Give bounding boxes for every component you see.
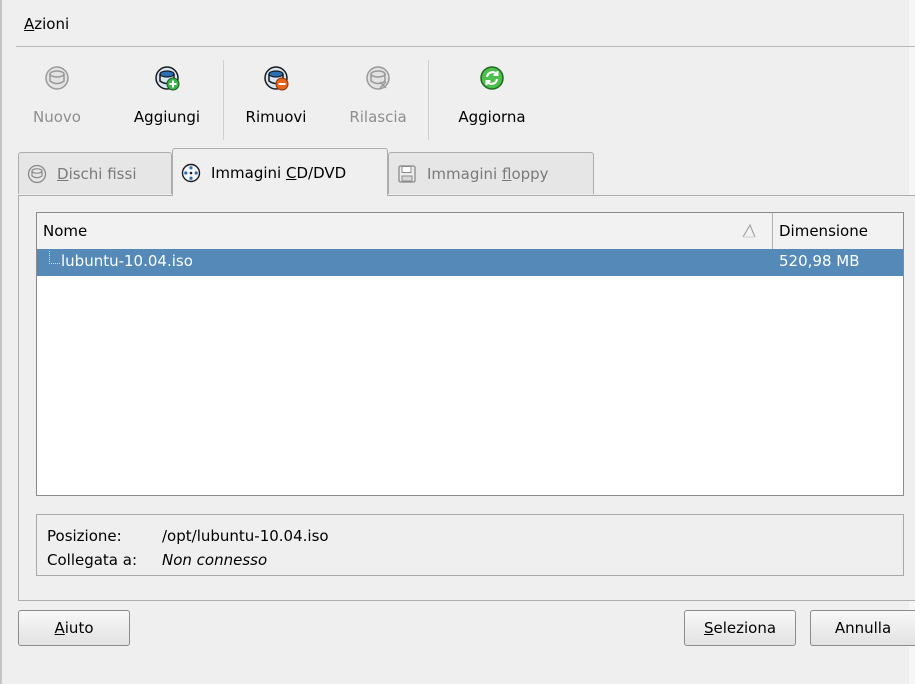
cancel-button-label: Annulla — [834, 619, 892, 637]
position-label: Posizione: — [47, 527, 122, 545]
floppy-icon — [398, 164, 416, 183]
hard-disk-icon — [27, 164, 47, 183]
toolbar-separator-1 — [223, 60, 224, 140]
select-button[interactable]: Seleziona — [684, 610, 796, 646]
select-button-label: Seleziona — [703, 619, 777, 637]
toolbar-separator-2 — [428, 60, 429, 140]
tab-floppy-images-label: Immagini floppy — [427, 164, 549, 183]
remove-button[interactable]: Rimuovi — [236, 52, 316, 148]
remove-button-label: Rimuovi — [245, 108, 307, 126]
attached-value: Non connesso — [162, 551, 268, 569]
list-header: Nome Dimensione — [37, 213, 903, 250]
cancel-button[interactable]: Annulla — [810, 610, 915, 646]
tab-cd-dvd-images-label: Immagini CD/DVD — [211, 163, 347, 182]
tab-hard-disks[interactable]: Dischi fissi — [18, 152, 172, 194]
column-header-size[interactable]: Dimensione — [773, 213, 903, 249]
sort-ascending-icon — [742, 223, 756, 238]
tab-hard-disks-label: Dischi fissi — [57, 164, 137, 183]
help-button[interactable]: Aiuto — [18, 610, 130, 646]
release-button[interactable]: Rilascia — [338, 52, 418, 148]
column-header-size-label: Dimensione — [779, 222, 868, 240]
tree-branch-line — [49, 251, 60, 264]
window-left-edge — [0, 0, 2, 684]
hard-disk-remove-icon — [264, 66, 289, 91]
hard-disk-release-icon — [366, 66, 390, 90]
image-list[interactable]: Nome Dimensione lubuntu-10.04.iso 520,98… — [36, 212, 904, 496]
refresh-icon — [480, 66, 504, 90]
add-button[interactable]: Aggiungi — [122, 52, 212, 148]
list-item[interactable]: lubuntu-10.04.iso 520,98 MB — [37, 249, 903, 276]
tab-cd-dvd-images[interactable]: Immagini CD/DVD — [172, 148, 388, 196]
new-button[interactable]: Nuovo — [22, 52, 92, 148]
menu-separator — [16, 46, 915, 47]
help-button-label: Aiuto — [54, 619, 94, 637]
menu-azioni[interactable]: Azioni — [24, 12, 69, 36]
attached-label: Collegata a: — [47, 551, 138, 569]
cd-dvd-icon — [181, 163, 201, 182]
menu-azioni-label: zioni — [34, 15, 70, 33]
column-header-name-label: Nome — [43, 222, 88, 240]
hard-disk-new-icon — [45, 66, 69, 90]
position-value: /opt/lubuntu-10.04.iso — [162, 527, 329, 545]
hard-disk-add-icon — [155, 66, 180, 91]
toolbar: Nuovo Aggiungi Rimuovi Rilascia Aggiorna — [18, 52, 915, 148]
release-button-label: Rilascia — [349, 108, 407, 126]
refresh-button-label: Aggiorna — [458, 108, 526, 126]
tab-floppy-images[interactable]: Immagini floppy — [388, 152, 594, 194]
column-header-name[interactable]: Nome — [37, 213, 773, 249]
refresh-button[interactable]: Aggiorna — [442, 52, 542, 148]
add-button-label: Aggiungi — [133, 108, 201, 126]
tab-bar: Dischi fissi Immagini CD/DVD Immagini fl… — [18, 148, 915, 196]
menu-azioni-accel: A — [24, 15, 35, 33]
list-item-size: 520,98 MB — [779, 252, 860, 270]
new-button-label: Nuovo — [33, 108, 81, 126]
list-item-name: lubuntu-10.04.iso — [61, 252, 193, 270]
details-box: Posizione: /opt/lubuntu-10.04.iso Colleg… — [36, 514, 904, 576]
